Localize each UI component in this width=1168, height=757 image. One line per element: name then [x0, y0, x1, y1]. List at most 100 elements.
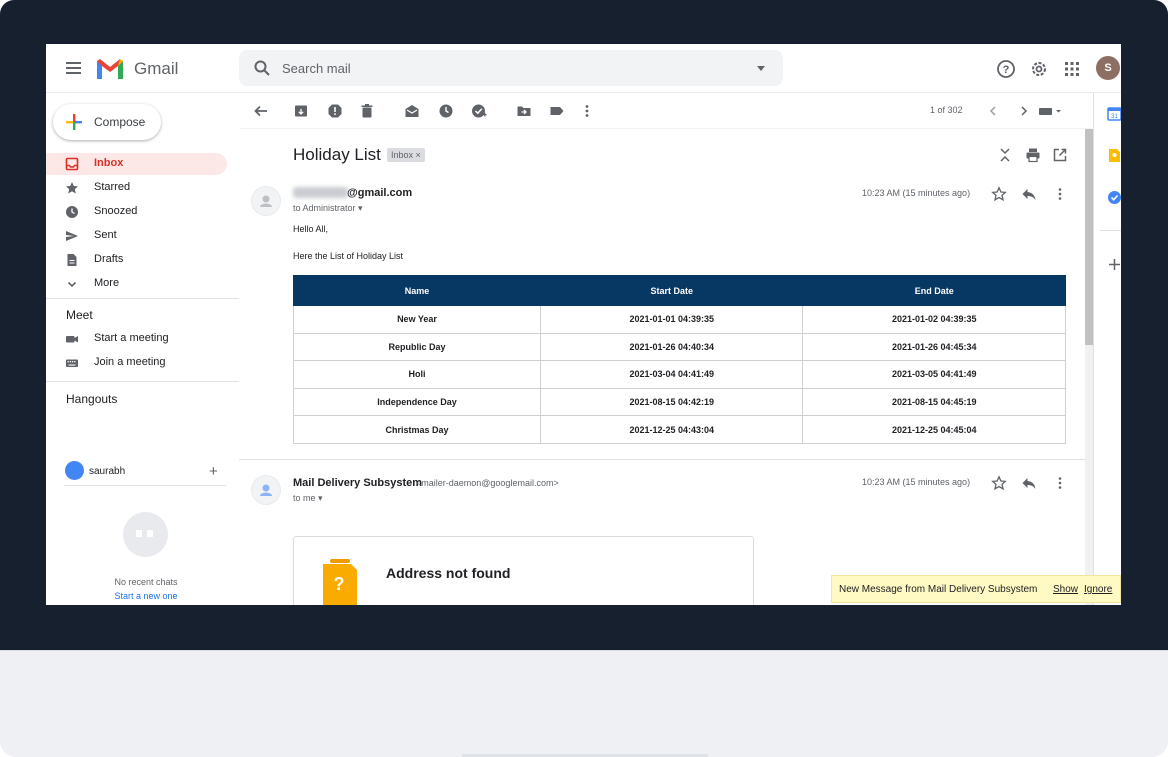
apps-grid-icon[interactable] — [1062, 59, 1082, 79]
help-icon[interactable]: ? — [996, 59, 1016, 79]
pagination-counter: 1 of 302 — [930, 105, 963, 115]
recipient-text: to me — [293, 493, 316, 503]
star-outline-icon[interactable] — [991, 475, 1007, 491]
column-header: Name — [293, 275, 541, 306]
archive-icon[interactable] — [293, 103, 309, 119]
recipient-text: to Administrator — [293, 203, 356, 213]
nav-divider — [46, 381, 239, 382]
nav-item-more[interactable]: More — [46, 273, 227, 295]
account-avatar[interactable]: S — [1096, 56, 1120, 80]
add-task-icon[interactable] — [471, 103, 487, 119]
side-panel-divider — [1100, 230, 1121, 231]
svg-text:?: ? — [1003, 64, 1010, 76]
thread-scrollbar[interactable] — [1085, 129, 1093, 605]
message-toolbar: 1 of 302 — [239, 93, 1092, 129]
expand-all-icon[interactable] — [997, 147, 1013, 163]
nav-item-join-meeting[interactable]: Join a meeting — [46, 352, 227, 374]
ignore-link[interactable]: Ignore — [1084, 584, 1112, 595]
hangouts-user-name[interactable]: saurabh — [89, 466, 125, 477]
holiday-name-cell: New Year — [293, 305, 541, 334]
column-header: End Date — [802, 275, 1066, 306]
gmail-wordmark[interactable]: Gmail — [134, 59, 178, 79]
recipient-details[interactable]: to Administrator ▾ — [293, 203, 363, 214]
newer-chevron-left-icon[interactable] — [985, 103, 1001, 119]
add-contact-plus-icon[interactable]: + — [209, 463, 218, 480]
no-recent-chats-text: No recent chats — [114, 577, 178, 587]
reply-arrow-icon[interactable] — [1021, 475, 1037, 491]
details-caret-icon[interactable]: ▾ — [318, 493, 323, 503]
older-chevron-right-icon[interactable] — [1016, 103, 1032, 119]
message-more-vertical-icon[interactable] — [1052, 186, 1068, 202]
nav-item-inbox[interactable]: Inbox — [46, 153, 227, 175]
message-separator — [239, 459, 1085, 460]
main-menu-icon[interactable] — [66, 62, 81, 74]
greeting-text: Hello All, — [293, 224, 329, 234]
end-date-cell: 2021-01-02 04:39:35 — [802, 305, 1066, 334]
show-link[interactable]: Show — [1053, 584, 1078, 595]
gmail-logo-icon[interactable] — [95, 57, 125, 80]
quote-icon — [136, 530, 153, 537]
nav-item-drafts[interactable]: Drafts — [46, 249, 227, 271]
column-header: Start Date — [539, 275, 804, 306]
snooze-clock-icon[interactable] — [438, 103, 454, 119]
reply-arrow-icon[interactable] — [1021, 186, 1037, 202]
table-row: Holi 2021-03-04 04:41:49 2021-03-05 04:4… — [293, 360, 1066, 389]
keyboard-icon — [66, 359, 78, 367]
back-arrow-icon[interactable] — [253, 103, 269, 119]
delivery-failure-card: ? Address not found — [293, 536, 754, 605]
nav-item-snoozed[interactable]: Snoozed — [46, 201, 227, 223]
delete-trash-icon[interactable] — [359, 103, 375, 119]
question-document-icon: ? — [323, 559, 357, 605]
remove-label-close-icon[interactable]: × — [416, 150, 421, 160]
details-caret-icon[interactable]: ▾ — [358, 203, 363, 213]
input-tools-keyboard-icon[interactable] — [1038, 103, 1064, 119]
video-camera-icon — [66, 336, 78, 343]
compose-button[interactable]: Compose — [53, 104, 161, 140]
nav-divider — [46, 298, 239, 299]
end-date-cell: 2021-03-05 04:41:49 — [802, 360, 1066, 389]
message-more-vertical-icon[interactable] — [1052, 475, 1068, 491]
holiday-name-cell: Independence Day — [293, 387, 541, 417]
print-icon[interactable] — [1025, 147, 1041, 163]
move-to-folder-icon[interactable] — [516, 103, 532, 119]
laptop-base — [0, 650, 1168, 757]
tasks-icon[interactable] — [1107, 190, 1121, 205]
search-options-chevron-icon[interactable] — [757, 66, 765, 71]
search-icon[interactable] — [253, 59, 271, 77]
email-thread: Holiday List Inbox × @gmail.com to Admin… — [239, 129, 1085, 605]
open-in-new-window-icon[interactable] — [1052, 147, 1068, 163]
label-tag-icon[interactable] — [549, 103, 565, 119]
hangouts-section-title: Hangouts — [66, 392, 118, 406]
keep-notes-icon[interactable] — [1107, 148, 1121, 163]
top-bar: Gmail ? S — [46, 44, 1121, 93]
nav-item-sent[interactable]: Sent — [46, 225, 227, 247]
sender-avatar[interactable] — [251, 475, 281, 505]
sender-name[interactable]: Mail Delivery Subsystem — [293, 477, 422, 489]
report-spam-icon[interactable] — [327, 103, 343, 119]
mark-unread-icon[interactable] — [404, 103, 420, 119]
get-addons-plus-icon[interactable] — [1107, 257, 1121, 272]
search-input[interactable] — [282, 59, 722, 77]
gmail-window: Gmail ? S Compose Inbox — [46, 44, 1121, 605]
hangouts-user-avatar[interactable] — [65, 461, 84, 480]
holiday-name-cell: Holi — [293, 360, 541, 389]
start-new-chat-link[interactable]: Start a new one — [46, 591, 246, 601]
end-date-cell: 2021-01-26 04:45:34 — [802, 332, 1066, 362]
sender-email-address[interactable]: @gmail.com — [347, 187, 412, 199]
nav-item-starred[interactable]: Starred — [46, 177, 227, 199]
scrollbar-thumb[interactable] — [1085, 129, 1093, 345]
holiday-name-cell: Christmas Day — [293, 415, 541, 444]
search-bar[interactable] — [239, 50, 783, 86]
more-options-vertical-icon[interactable] — [579, 103, 595, 119]
clock-icon — [66, 206, 78, 218]
settings-gear-icon[interactable] — [1029, 59, 1049, 79]
recipient-details[interactable]: to me ▾ — [293, 493, 323, 504]
nav-item-start-meeting[interactable]: Start a meeting — [46, 328, 227, 350]
left-navigation: Compose Inbox Starred Snoozed Sent Draft… — [46, 93, 239, 605]
start-date-cell: 2021-01-26 04:40:34 — [539, 332, 804, 362]
sender-avatar[interactable] — [251, 186, 281, 216]
svg-text:?: ? — [334, 574, 345, 594]
calendar-icon[interactable]: 31 — [1107, 106, 1121, 121]
inbox-label-chip[interactable]: Inbox × — [387, 148, 425, 162]
star-outline-icon[interactable] — [991, 186, 1007, 202]
